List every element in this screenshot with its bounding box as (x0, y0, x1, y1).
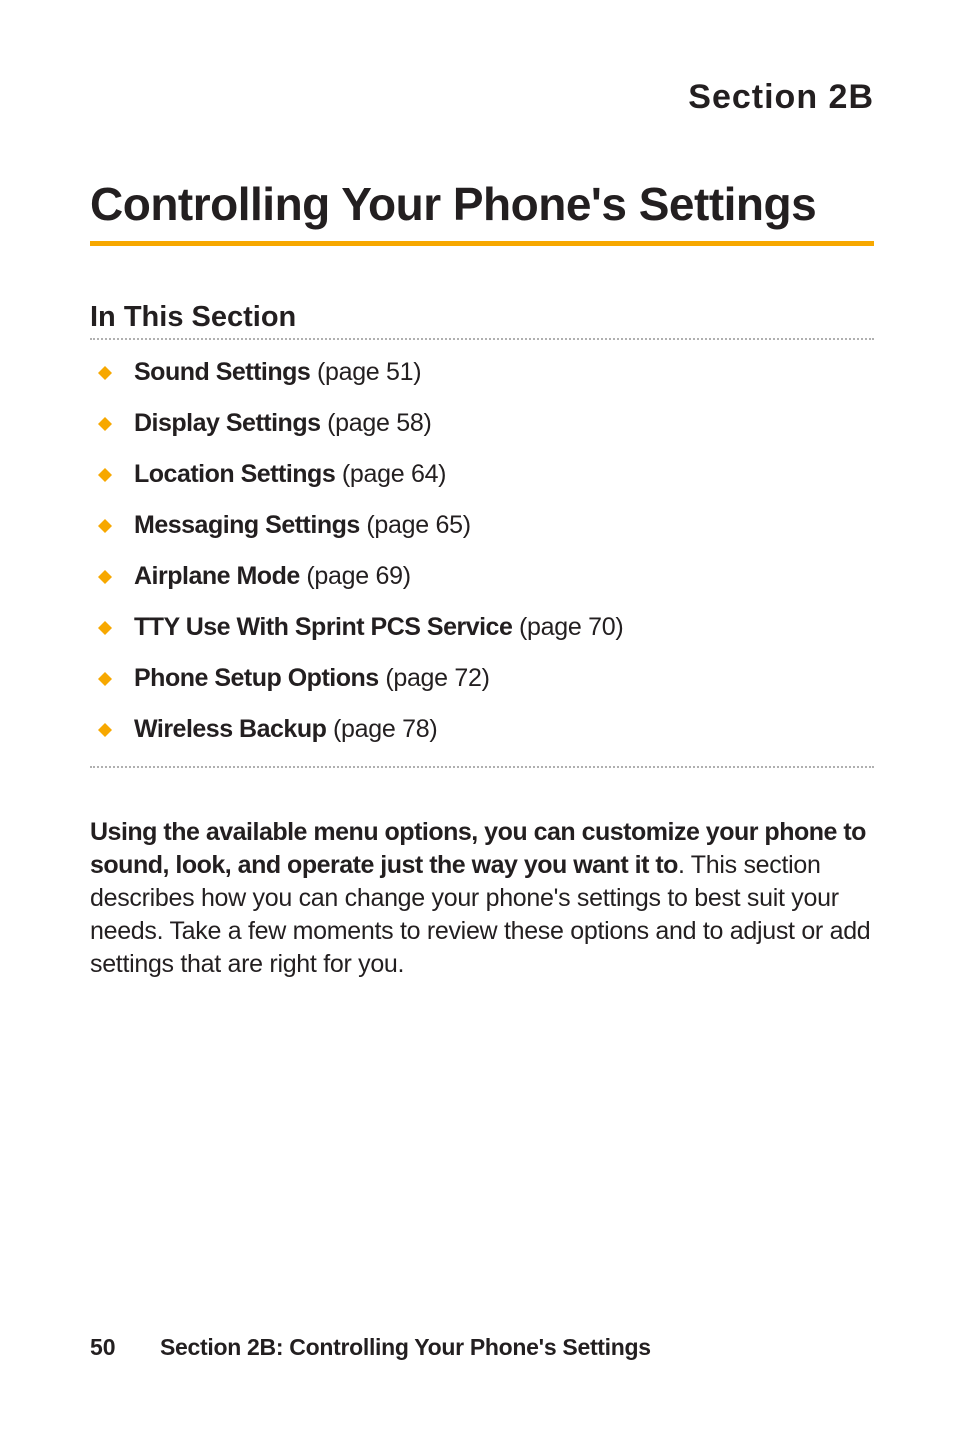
toc-page-ref: (page 70) (512, 613, 623, 641)
toc-item: Phone Setup Options (page 72) (98, 664, 874, 693)
toc-entry: Location Settings (page 64) (134, 460, 446, 489)
diamond-bullet-icon (98, 562, 112, 591)
toc-page-ref: (page 65) (360, 511, 471, 539)
toc-page-ref: (page 51) (310, 358, 421, 386)
toc-label: Wireless Backup (134, 715, 326, 743)
toc-page-ref: (page 58) (321, 409, 432, 437)
toc-page-ref: (page 78) (326, 715, 437, 743)
toc-page-ref: (page 69) (300, 562, 411, 590)
diamond-bullet-icon (98, 715, 112, 744)
diamond-bullet-icon (98, 613, 112, 642)
toc-entry: Wireless Backup (page 78) (134, 715, 437, 744)
toc-label: Messaging Settings (134, 511, 360, 539)
toc-entry: Phone Setup Options (page 72) (134, 664, 490, 693)
toc-entry: Messaging Settings (page 65) (134, 511, 471, 540)
toc-entry: Sound Settings (page 51) (134, 358, 421, 387)
in-this-section-heading: In This Section (90, 301, 874, 334)
toc-item: Messaging Settings (page 65) (98, 511, 874, 540)
toc-label: Sound Settings (134, 358, 310, 386)
toc-label: Location Settings (134, 460, 335, 488)
page-footer: 50 Section 2B: Controlling Your Phone's … (90, 1334, 651, 1361)
toc-item: Wireless Backup (page 78) (98, 715, 874, 744)
diamond-bullet-icon (98, 511, 112, 540)
toc-label: TTY Use With Sprint PCS Service (134, 613, 512, 641)
toc-item: Display Settings (page 58) (98, 409, 874, 438)
toc-entry: Display Settings (page 58) (134, 409, 431, 438)
toc-list: Sound Settings (page 51) Display Setting… (90, 358, 874, 744)
toc-entry: TTY Use With Sprint PCS Service (page 70… (134, 613, 623, 642)
toc-item: Location Settings (page 64) (98, 460, 874, 489)
toc-entry: Airplane Mode (page 69) (134, 562, 411, 591)
dotted-divider-bottom (90, 766, 874, 768)
dotted-divider-top (90, 338, 874, 340)
diamond-bullet-icon (98, 409, 112, 438)
toc-label: Phone Setup Options (134, 664, 379, 692)
toc-label: Airplane Mode (134, 562, 300, 590)
toc-page-ref: (page 64) (335, 460, 446, 488)
footer-page-number: 50 (90, 1334, 116, 1360)
toc-page-ref: (page 72) (379, 664, 490, 692)
toc-item: TTY Use With Sprint PCS Service (page 70… (98, 613, 874, 642)
toc-label: Display Settings (134, 409, 321, 437)
toc-item: Airplane Mode (page 69) (98, 562, 874, 591)
toc-item: Sound Settings (page 51) (98, 358, 874, 387)
page-title: Controlling Your Phone's Settings (90, 177, 874, 231)
diamond-bullet-icon (98, 664, 112, 693)
section-label: Section 2B (90, 78, 874, 117)
footer-section-text: Section 2B: Controlling Your Phone's Set… (160, 1334, 651, 1360)
intro-paragraph: Using the available menu options, you ca… (90, 816, 874, 981)
diamond-bullet-icon (98, 358, 112, 387)
title-underline (90, 241, 874, 246)
diamond-bullet-icon (98, 460, 112, 489)
